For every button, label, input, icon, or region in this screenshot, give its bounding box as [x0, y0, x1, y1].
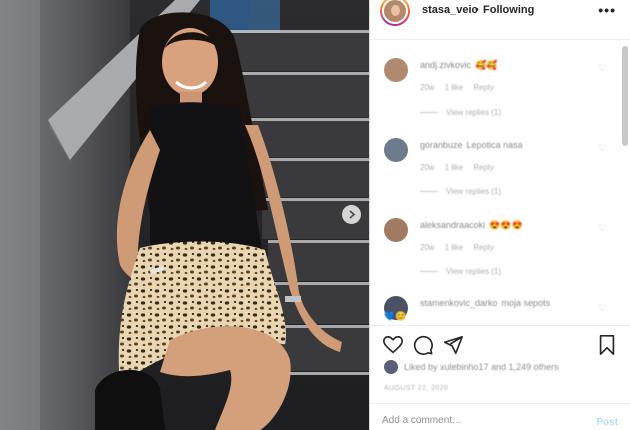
author-avatar[interactable] — [380, 0, 410, 26]
comment-bubble-icon — [413, 335, 433, 355]
comment-avatar[interactable] — [384, 58, 408, 82]
comment-time: 20w — [420, 163, 435, 172]
post-date[interactable]: AUGUST 22, 2020 — [384, 385, 448, 392]
reply-button[interactable]: Reply — [473, 243, 493, 252]
view-replies-button[interactable]: View replies (1) — [420, 187, 501, 196]
like-button[interactable] — [382, 334, 404, 356]
heart-outline-icon — [383, 335, 403, 354]
add-comment-input[interactable] — [382, 415, 572, 426]
comment-time: 20w — [420, 83, 435, 92]
chevron-right-icon — [348, 210, 355, 219]
comment-text: stamenkovic_darko moja sepots — [420, 298, 550, 308]
reply-button[interactable]: Reply — [473, 163, 493, 172]
comment-like-heart-icon[interactable]: ♡ — [598, 143, 606, 154]
next-photo-button[interactable] — [342, 205, 361, 224]
photo-scene — [0, 0, 369, 430]
save-button[interactable] — [596, 334, 618, 356]
comment-text: aleksandraacoki 😍😍😍 — [420, 220, 523, 231]
more-options-icon[interactable]: ••• — [598, 2, 616, 18]
comment-body-continued: 💙😊 — [384, 311, 407, 321]
comment-username[interactable]: andj.zivkovic — [420, 60, 471, 70]
post-comment-button[interactable]: Post — [596, 417, 618, 428]
post-side-panel: stasa_veic • Following ••• andj.zivkovic… — [369, 0, 630, 430]
comment-likes[interactable]: 1 like — [445, 83, 464, 92]
comment-likes[interactable]: 1 like — [445, 163, 464, 172]
paper-plane-icon — [443, 335, 463, 355]
likes-text[interactable]: Liked by xulebinho17 and 1,249 others — [404, 362, 559, 372]
comment-time: 20w — [420, 243, 435, 252]
comment-body: moja sepots — [501, 298, 551, 308]
post-header: stasa_veic • Following ••• — [370, 0, 630, 40]
comment-like-heart-icon[interactable]: ♡ — [598, 303, 606, 314]
add-comment-bar: Post — [370, 403, 630, 430]
comment-body: Lepotica nasa — [466, 140, 523, 150]
comment-avatar[interactable] — [384, 218, 408, 242]
comment-username[interactable]: aleksandraacoki — [420, 220, 485, 230]
following-button[interactable]: Following — [483, 4, 534, 16]
view-replies-button[interactable]: View replies (1) — [420, 108, 501, 117]
post-actions-bar — [370, 325, 630, 365]
share-button[interactable] — [442, 334, 464, 356]
comment-meta: 20w 1 like Reply — [420, 243, 504, 252]
liker-avatar[interactable] — [384, 360, 398, 374]
comment-text: goranbuze Lepotica nasa — [420, 140, 523, 150]
comment-meta: 20w 1 like Reply — [420, 83, 504, 92]
comments-scrollbar[interactable] — [622, 46, 628, 146]
comments-list: andj.zivkovic 🥰🥰 20w 1 like Reply View repl… — [370, 40, 620, 325]
comment-meta: 20w 1 like Reply — [420, 163, 504, 172]
view-replies-button[interactable]: View replies (1) — [420, 267, 501, 276]
reply-button[interactable]: Reply — [473, 83, 493, 92]
instagram-post-modal: stasa_veic • Following ••• andj.zivkovic… — [0, 0, 630, 430]
likes-summary: Liked by xulebinho17 and 1,249 others — [384, 360, 624, 376]
separator-dot: • — [475, 4, 479, 16]
comment-username[interactable]: stamenkovic_darko — [420, 298, 498, 308]
comment-like-heart-icon[interactable]: ♡ — [598, 63, 606, 74]
post-photo[interactable] — [0, 0, 369, 430]
author-username[interactable]: stasa_veic — [422, 4, 478, 16]
comment-like-heart-icon[interactable]: ♡ — [598, 223, 606, 234]
bookmark-icon — [599, 335, 615, 355]
comment-body: 😍😍😍 — [489, 220, 523, 230]
comment-button[interactable] — [412, 334, 434, 356]
comment-text: andj.zivkovic 🥰🥰 — [420, 60, 497, 71]
comment-username[interactable]: goranbuze — [420, 140, 463, 150]
comment-likes[interactable]: 1 like — [445, 243, 464, 252]
comment-avatar[interactable] — [384, 138, 408, 162]
comment-body: 🥰🥰 — [475, 60, 498, 70]
